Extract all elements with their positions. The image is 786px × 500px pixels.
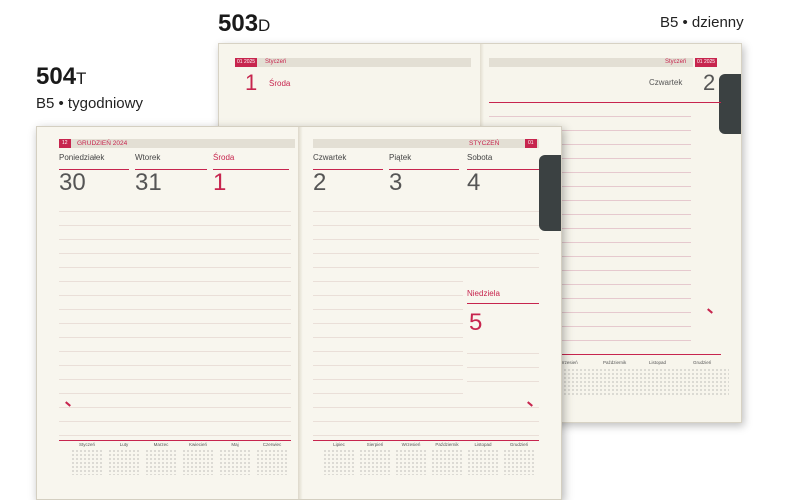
weekly-day-name-4: Czwartek [313, 153, 347, 162]
weekly-sunday-name: Niedziela [467, 289, 500, 298]
weekly-code-number: 504 [36, 63, 77, 90]
weekly-planner-image: 12 GRUDZIEŃ 2024 Poniedziałek 30 Wtorek … [36, 126, 562, 500]
weekly-day-name-3: Środa [213, 153, 235, 162]
daily-left-day-number: 1 [245, 70, 258, 95]
weekly-bookmark-tab [539, 155, 561, 231]
daily-code-suffix: D [258, 16, 271, 35]
weekly-mini-calendar-5: Maj [219, 442, 251, 475]
weekly-mini-calendar-2: Luty [108, 442, 140, 475]
weekly-right-calendar-rule [313, 440, 539, 441]
weekly-day-number-2: 31 [135, 169, 162, 196]
weekly-mini-calendar-9: Wrzesień [395, 442, 427, 475]
weekly-day-name-1: Poniedziałek [59, 153, 105, 162]
weekly-sunday-number: 5 [469, 309, 483, 336]
weekly-mini-calendar-7: Lipiec [323, 442, 355, 475]
daily-cal-month-4: Grudzień [693, 360, 712, 365]
daily-right-day-number: 2 [703, 70, 716, 95]
weekly-mini-calendar-4: Kwiecień [182, 442, 214, 475]
weekly-day-name-6: Sobota [467, 153, 493, 162]
weekly-right-month-tag: 01 [525, 139, 537, 148]
daily-left-month-tag: 01 2025 [235, 58, 258, 67]
daily-format-label: B5 • dzienny [660, 14, 744, 31]
daily-right-month-name: Styczeń [665, 59, 687, 65]
daily-left-month-name: Styczeń [265, 59, 287, 65]
daily-bookmark-tab [719, 74, 741, 134]
daily-mini-calendar: Wrzesień Październik Listopad Grudzień [559, 360, 729, 410]
daily-product-code: 503D [218, 10, 270, 38]
weekly-mini-calendar-8: Sierpień [359, 442, 391, 475]
weekly-right-header-bar [313, 139, 539, 148]
daily-right-month-tag: 01 2025 [695, 58, 718, 67]
weekly-format-label: B5 • tygodniowy [36, 95, 143, 112]
weekly-day-number-5: 3 [389, 169, 403, 196]
weekly-day-number-4: 2 [313, 169, 327, 196]
weekly-mini-calendar-12: Grudzień [503, 442, 535, 475]
weekly-mini-calendar-1: Styczeń [71, 442, 103, 475]
weekly-mini-calendar-11: Listopad [467, 442, 499, 475]
weekly-day-number-6: 4 [467, 169, 481, 196]
weekly-left-month-tag: 12 [59, 139, 71, 148]
weekly-day-name-5: Piątek [389, 153, 412, 162]
weekly-code-suffix: T [76, 69, 87, 88]
weekly-day-number-3: 1 [213, 169, 227, 196]
daily-cal-month-2: Październik [603, 360, 627, 365]
weekly-gutter [298, 127, 304, 499]
weekly-product-code: 504T [36, 63, 86, 91]
daily-left-day-name: Środa [269, 79, 291, 88]
weekly-sunday-rule [467, 303, 539, 304]
weekly-mini-calendar-3: Marzec [145, 442, 177, 475]
daily-right-header-bar [489, 58, 693, 67]
daily-right-day-name: Czwartek [649, 78, 683, 87]
weekly-day-name-2: Wtorek [135, 153, 161, 162]
weekly-right-pen-mark-icon [527, 401, 533, 407]
weekly-left-month-name: GRUDZIEŃ 2024 [77, 140, 128, 147]
weekly-left-pen-mark-icon [65, 401, 71, 407]
daily-pen-mark-icon [707, 308, 713, 314]
weekly-mini-calendar-6: Czerwiec [256, 442, 288, 475]
weekly-mini-calendar-10: Październik [431, 442, 463, 475]
daily-code-number: 503 [218, 10, 259, 37]
weekly-day-number-1: 30 [59, 169, 86, 196]
weekly-left-calendar-rule [59, 440, 291, 441]
daily-cal-month-3: Listopad [649, 360, 667, 365]
weekly-right-month-name: STYCZEŃ [469, 140, 500, 147]
